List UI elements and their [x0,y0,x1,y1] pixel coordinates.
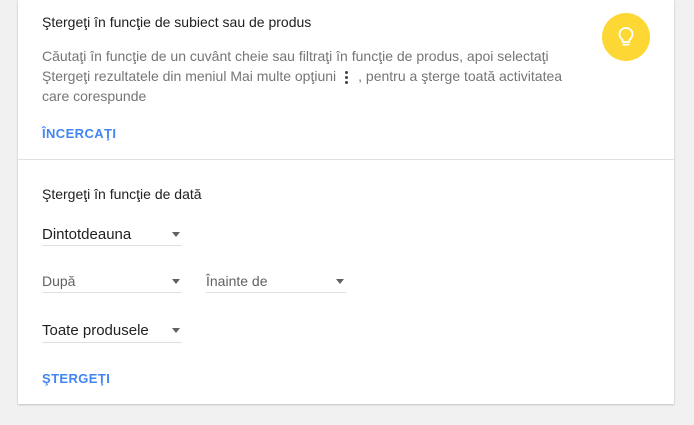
delete-by-topic-section: Ştergeţi în funcţie de subiect sau de pr… [18,0,674,160]
dropdown-arrow-icon [336,279,344,284]
description-line-2-end: , pentru a şterge toată activitatea [358,68,563,84]
dropdown-arrow-icon [172,232,180,237]
description-line-3: care corespunde [42,88,147,104]
try-button[interactable]: ÎNCERCAŢI [42,126,116,141]
date-range-select[interactable]: Dintotdeauna [42,222,182,246]
before-date-select[interactable]: Înainte de [206,270,346,293]
delete-activity-card: Ştergeţi în funcţie de subiect sau de pr… [18,0,674,404]
lightbulb-icon [618,27,634,46]
topic-section-description: Căutaţi în funcţie de un cuvânt cheie sa… [42,46,582,106]
lightbulb-badge [602,13,650,61]
description-line-2-start: Ştergeţi rezultatele din meniul Mai mult… [42,68,337,84]
after-date-value: După [42,273,76,289]
description-line-2: Ştergeţi rezultatele din meniul Mai mult… [42,66,582,86]
date-section-title: Ştergeţi în funcţie de dată [42,186,202,202]
topic-section-title: Ştergeţi în funcţie de subiect sau de pr… [42,14,312,30]
dropdown-arrow-icon [172,279,180,284]
products-value: Toate produsele [42,322,149,339]
date-range-value: Dintotdeauna [42,226,132,243]
before-date-value: Înainte de [206,273,268,289]
more-vert-icon [340,70,352,85]
description-line-1: Căutaţi în funcţie de un cuvânt cheie sa… [42,48,549,64]
products-select[interactable]: Toate produsele [42,318,182,343]
dropdown-arrow-icon [172,328,180,333]
delete-button[interactable]: ŞTERGEŢI [42,371,110,386]
after-date-select[interactable]: După [42,270,182,293]
